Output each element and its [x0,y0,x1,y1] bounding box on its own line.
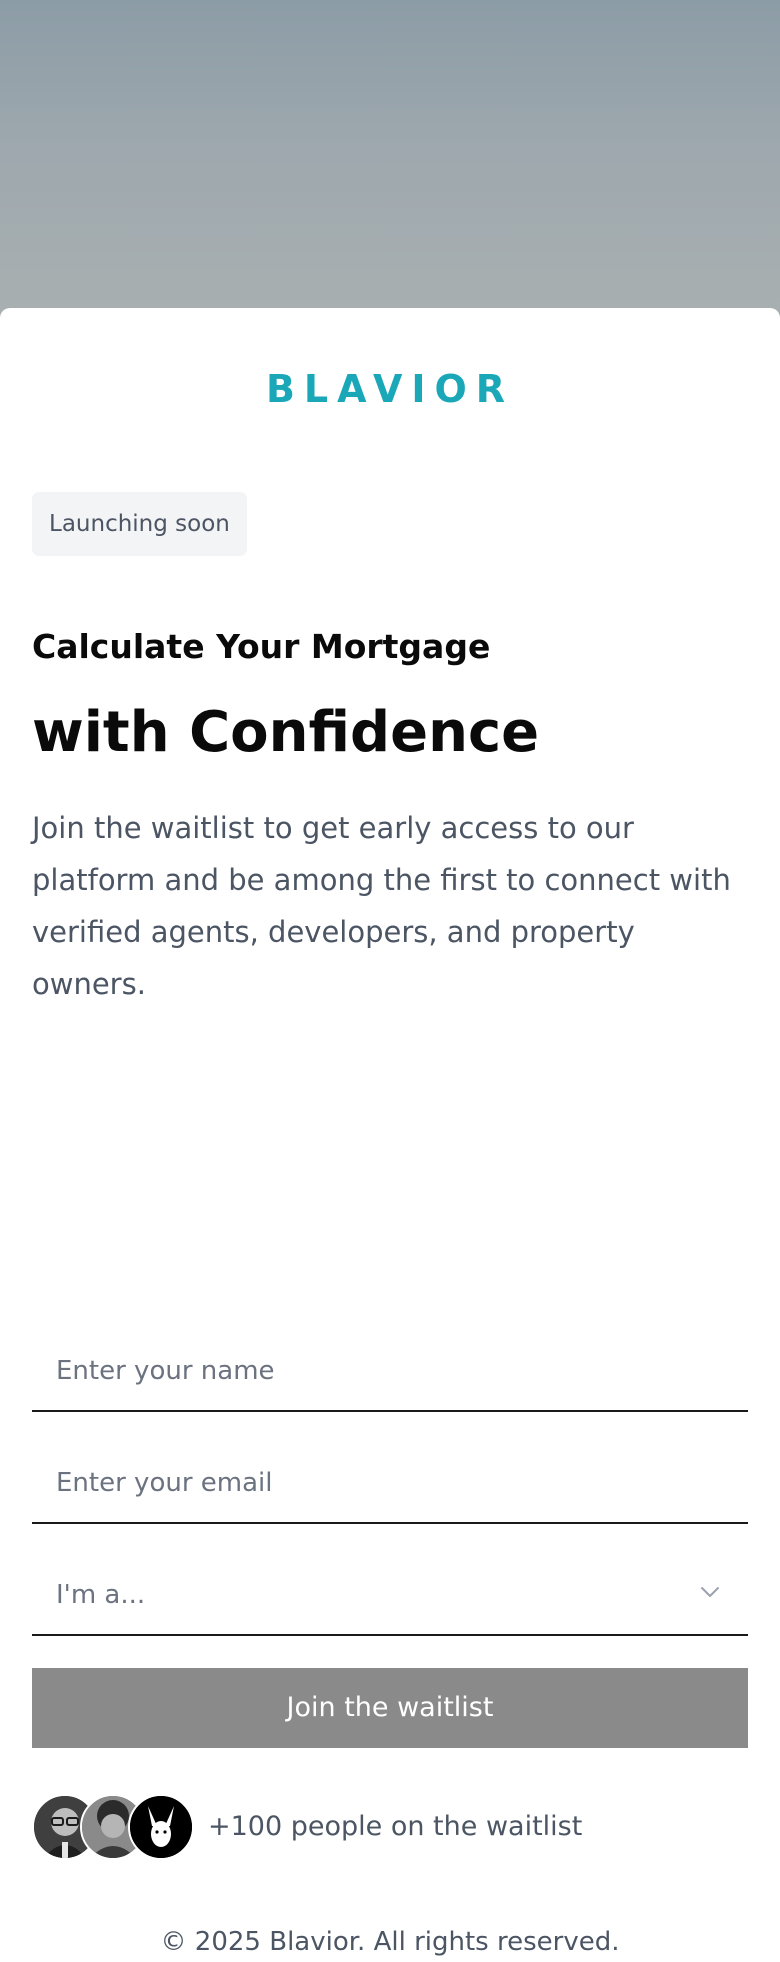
page-subtitle: Calculate Your Mortgage [32,627,491,666]
email-input[interactable] [32,1444,748,1522]
waitlist-card: BLAVIOR Launching soon Calculate Your Mo… [0,308,780,1957]
chevron-down-icon [700,1582,720,1602]
join-waitlist-button[interactable]: Join the waitlist [32,1668,748,1748]
name-field [32,1332,748,1412]
footer-copyright: © 2025 Blavior. All rights reserved. [160,1927,620,1957]
page-description: Join the waitlist to get early access to… [32,811,731,1001]
hero-background-image [0,0,780,330]
name-input[interactable] [32,1332,748,1410]
launching-soon-badge: Launching soon [32,492,247,556]
waitlist-count-text: +100 people on the waitlist [208,1811,583,1842]
avatar-rabbit-logo [128,1794,194,1860]
page-title: with Confidence [32,700,540,765]
blavior-logo: BLAVIOR [265,367,515,411]
email-field [32,1444,748,1524]
role-select-placeholder: I'm a... [56,1580,146,1610]
role-select[interactable]: I'm a... [32,1556,748,1636]
